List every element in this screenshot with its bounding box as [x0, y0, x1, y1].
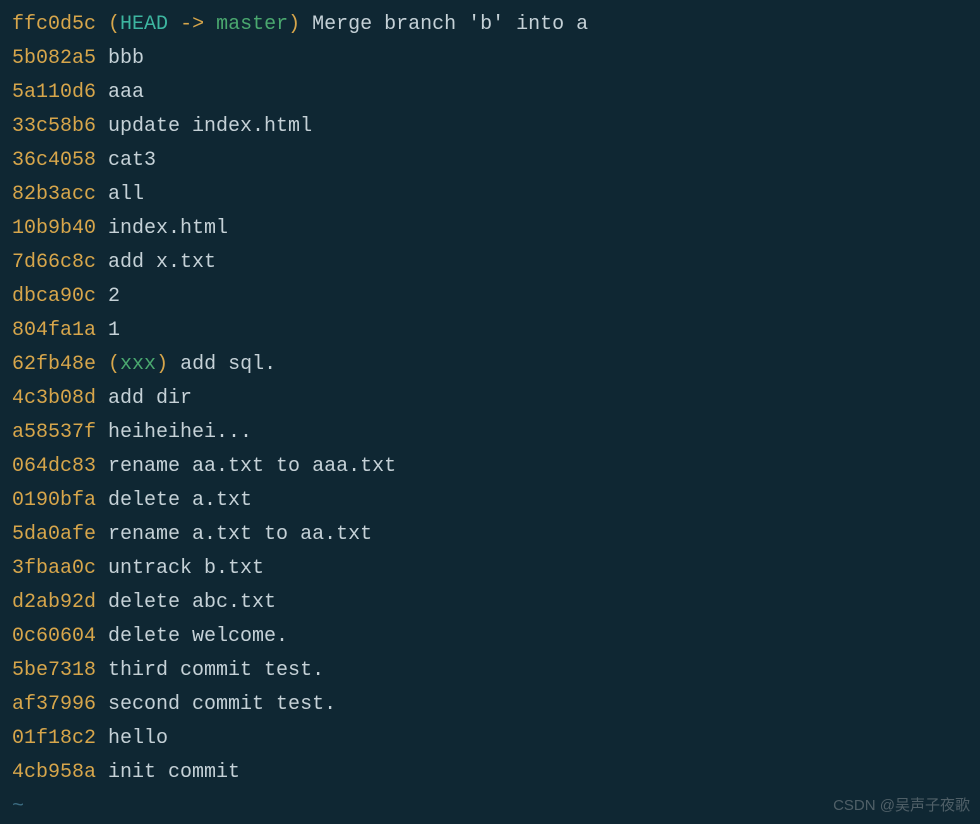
commit-line: 10b9b40 index.html — [12, 212, 968, 246]
commit-message: cat3 — [108, 149, 156, 172]
commit-message: 2 — [108, 285, 120, 308]
commit-line: 62fb48e (xxx) add sql. — [12, 348, 968, 382]
commit-hash: 804fa1a — [12, 319, 96, 342]
commit-line: 0190bfa delete a.txt — [12, 484, 968, 518]
commit-line: d2ab92d delete abc.txt — [12, 586, 968, 620]
ref-branch: xxx — [120, 353, 156, 376]
commit-message: add dir — [108, 387, 192, 410]
commit-message: aaa — [108, 81, 144, 104]
commit-message: delete a.txt — [108, 489, 252, 512]
commit-message: init commit — [108, 761, 240, 784]
commit-line: a58537f heiheihei... — [12, 416, 968, 450]
commit-message: second commit test. — [108, 693, 336, 716]
commit-line: 5b082a5 bbb — [12, 42, 968, 76]
commit-line: 5be7318 third commit test. — [12, 654, 968, 688]
commit-line: 4c3b08d add dir — [12, 382, 968, 416]
commit-line: dbca90c 2 — [12, 280, 968, 314]
ref-head: HEAD — [120, 13, 168, 36]
commit-hash: a58537f — [12, 421, 96, 444]
commit-hash: d2ab92d — [12, 591, 96, 614]
commit-line: 7d66c8c add x.txt — [12, 246, 968, 280]
commit-message: index.html — [108, 217, 228, 240]
ref-close-paren: ) — [156, 353, 168, 376]
commit-line: 82b3acc all — [12, 178, 968, 212]
commit-message: bbb — [108, 47, 144, 70]
commit-message: heiheihei... — [108, 421, 252, 444]
commit-hash: 33c58b6 — [12, 115, 96, 138]
commit-line: 064dc83 rename aa.txt to aaa.txt — [12, 450, 968, 484]
commit-message: untrack b.txt — [108, 557, 264, 580]
commit-message: delete welcome. — [108, 625, 288, 648]
commit-line: af37996 second commit test. — [12, 688, 968, 722]
commit-hash: 0190bfa — [12, 489, 96, 512]
commit-hash: 0c60604 — [12, 625, 96, 648]
commit-line: 0c60604 delete welcome. — [12, 620, 968, 654]
commit-message: rename aa.txt to aaa.txt — [108, 455, 396, 478]
commit-line: ffc0d5c (HEAD -> master) Merge branch 'b… — [12, 8, 968, 42]
git-log-output: ffc0d5c (HEAD -> master) Merge branch 'b… — [12, 8, 968, 824]
commit-line: 33c58b6 update index.html — [12, 110, 968, 144]
commit-line: 01f18c2 hello — [12, 722, 968, 756]
commit-hash: 82b3acc — [12, 183, 96, 206]
commit-message: all — [108, 183, 144, 206]
commit-line: 804fa1a 1 — [12, 314, 968, 348]
commit-hash: ffc0d5c — [12, 13, 96, 36]
commit-line: 3fbaa0c untrack b.txt — [12, 552, 968, 586]
commit-line: 5da0afe rename a.txt to aa.txt — [12, 518, 968, 552]
commit-hash: 5da0afe — [12, 523, 96, 546]
watermark: CSDN @吴声子夜歌 — [833, 793, 970, 819]
commit-message: delete abc.txt — [108, 591, 276, 614]
commit-hash: 01f18c2 — [12, 727, 96, 750]
commit-hash: 4cb958a — [12, 761, 96, 784]
commit-line: 4cb958a init commit — [12, 756, 968, 790]
commit-line: 36c4058 cat3 — [12, 144, 968, 178]
commit-hash: dbca90c — [12, 285, 96, 308]
ref-close-paren: ) — [288, 13, 300, 36]
commit-hash: 10b9b40 — [12, 217, 96, 240]
commit-hash: 62fb48e — [12, 353, 96, 376]
ref-branch: master — [216, 13, 288, 36]
commit-message: 1 — [108, 319, 120, 342]
vim-tilde: ~ — [12, 790, 968, 824]
commit-hash: 4c3b08d — [12, 387, 96, 410]
commit-hash: af37996 — [12, 693, 96, 716]
commit-message: Merge branch 'b' into a — [312, 13, 588, 36]
commit-message: hello — [108, 727, 168, 750]
ref-arrow: -> — [168, 13, 216, 36]
commit-hash: 7d66c8c — [12, 251, 96, 274]
commit-hash: 5a110d6 — [12, 81, 96, 104]
commit-line: 5a110d6 aaa — [12, 76, 968, 110]
commit-hash: 064dc83 — [12, 455, 96, 478]
commit-message: update index.html — [108, 115, 312, 138]
commit-hash: 5be7318 — [12, 659, 96, 682]
ref-open-paren: ( — [108, 13, 120, 36]
commit-message: third commit test. — [108, 659, 324, 682]
commit-hash: 36c4058 — [12, 149, 96, 172]
commit-message: add sql. — [180, 353, 276, 376]
commit-hash: 5b082a5 — [12, 47, 96, 70]
commit-hash: 3fbaa0c — [12, 557, 96, 580]
commit-message: add x.txt — [108, 251, 216, 274]
commit-message: rename a.txt to aa.txt — [108, 523, 372, 546]
ref-open-paren: ( — [108, 353, 120, 376]
